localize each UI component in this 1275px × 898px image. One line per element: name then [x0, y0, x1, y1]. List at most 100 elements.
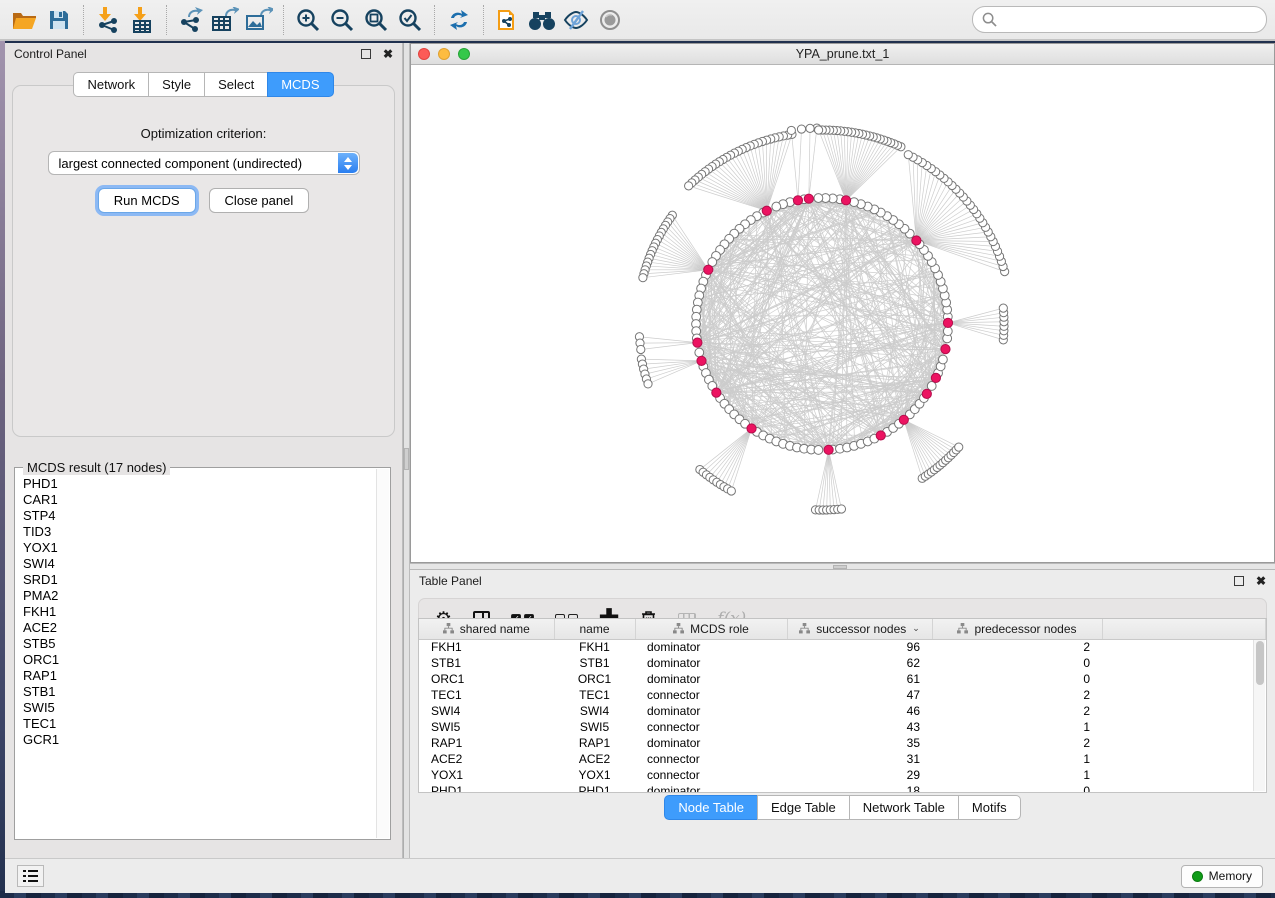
zoom-in-icon[interactable] — [291, 4, 325, 36]
hide-details-icon[interactable] — [559, 4, 593, 36]
float-panel-icon[interactable] — [361, 49, 371, 59]
tab-style[interactable]: Style — [148, 72, 204, 97]
main-toolbar — [0, 0, 1275, 41]
mcds-node-item[interactable]: ACE2 — [23, 620, 374, 636]
splitter-grip[interactable] — [404, 448, 409, 470]
table-row[interactable]: SWI4SWI4dominator462 — [419, 703, 1266, 719]
export-table-icon[interactable] — [208, 4, 242, 36]
task-history-icon[interactable] — [17, 865, 44, 887]
network-canvas[interactable] — [411, 66, 1274, 562]
control-panel-tabs: NetworkStyleSelectMCDS — [5, 72, 402, 97]
optimization-criterion-label: Optimization criterion: — [13, 126, 394, 141]
mcds-node-item[interactable]: SWI5 — [23, 700, 374, 716]
mcds-node-item[interactable]: SWI4 — [23, 556, 374, 572]
tab-edge-table[interactable]: Edge Table — [757, 795, 849, 820]
mcds-result-list[interactable]: PHD1CAR1STP4TID3YOX1SWI4SRD1PMA2FKH1ACE2… — [23, 476, 374, 835]
table-row[interactable]: ACE2ACE2connector311 — [419, 751, 1266, 767]
mcds-node-item[interactable]: ORC1 — [23, 652, 374, 668]
table-row[interactable]: STB1STB1dominator620 — [419, 655, 1266, 671]
table-row[interactable]: TEC1TEC1connector472 — [419, 687, 1266, 703]
close-panel-button[interactable]: Close panel — [209, 188, 310, 213]
save-icon[interactable] — [42, 4, 76, 36]
column-header-successor-nodes[interactable]: successor nodes⌄ — [787, 619, 932, 639]
toolbar-separator — [434, 5, 435, 35]
memory-button[interactable]: Memory — [1181, 865, 1263, 888]
toolbar-separator — [483, 5, 484, 35]
table-row[interactable]: YOX1YOX1connector291 — [419, 767, 1266, 783]
search-input[interactable] — [997, 13, 1257, 27]
mcds-node-item[interactable]: YOX1 — [23, 540, 374, 556]
table-scrollbar-thumb[interactable] — [1256, 641, 1264, 685]
binoculars-icon[interactable] — [525, 4, 559, 36]
tab-node-table[interactable]: Node Table — [664, 795, 757, 820]
status-bar: Memory — [5, 858, 1275, 893]
tab-mcds[interactable]: MCDS — [267, 72, 333, 97]
mcds-node-item[interactable]: GCR1 — [23, 732, 374, 748]
network-search-box[interactable] — [972, 6, 1267, 33]
network-title: YPA_prune.txt_1 — [411, 47, 1274, 61]
column-header-name[interactable]: name — [554, 619, 635, 639]
close-panel-icon[interactable]: ✖ — [1256, 576, 1266, 586]
refresh-layout-icon[interactable] — [442, 4, 476, 36]
column-header-MCDS-role[interactable]: MCDS role — [635, 619, 787, 639]
network-graph — [411, 66, 1274, 562]
horizontal-splitter[interactable] — [410, 563, 1275, 570]
zoom-fit-icon[interactable] — [359, 4, 393, 36]
mcds-result-box: MCDS result (17 nodes) PHD1CAR1STP4TID3Y… — [14, 467, 391, 840]
node-table[interactable]: shared namenameMCDS rolesuccessor nodes⌄… — [419, 619, 1266, 793]
tab-select[interactable]: Select — [204, 72, 267, 97]
open-folder-icon[interactable] — [8, 4, 42, 36]
mcds-result-title: MCDS result (17 nodes) — [23, 460, 170, 475]
table-tabs: Node TableEdge TableNetwork TableMotifs — [410, 795, 1275, 820]
select-stepper-icon — [338, 153, 358, 173]
mcds-tab-content: Optimization criterion: largest connecte… — [12, 85, 395, 437]
table-row[interactable]: ORC1ORC1dominator610 — [419, 671, 1266, 687]
splitter-grip[interactable] — [833, 565, 847, 569]
table-row[interactable]: FKH1FKH1dominator962 — [419, 639, 1266, 655]
network-titlebar: YPA_prune.txt_1 — [411, 44, 1274, 65]
optimization-criterion-select[interactable]: largest connected component (undirected) — [48, 151, 360, 175]
mcds-list-scrollbar[interactable] — [376, 469, 389, 838]
zoom-selected-icon[interactable] — [393, 4, 427, 36]
vertical-splitter[interactable] — [403, 43, 410, 858]
mcds-node-item[interactable]: PHD1 — [23, 476, 374, 492]
column-header-filler — [1102, 619, 1266, 639]
run-mcds-button[interactable]: Run MCDS — [98, 188, 196, 213]
mcds-node-item[interactable]: STB1 — [23, 684, 374, 700]
mcds-node-item[interactable]: SRD1 — [23, 572, 374, 588]
mcds-node-item[interactable]: FKH1 — [23, 604, 374, 620]
mcds-node-item[interactable]: TEC1 — [23, 716, 374, 732]
toolbar-separator — [283, 5, 284, 35]
export-image-icon[interactable] — [242, 4, 276, 36]
node-table-container: shared namenameMCDS rolesuccessor nodes⌄… — [418, 618, 1267, 793]
memory-status-icon — [1192, 871, 1203, 882]
table-row[interactable]: PHD1PHD1dominator180 — [419, 783, 1266, 793]
mcds-node-item[interactable]: STB5 — [23, 636, 374, 652]
mcds-node-item[interactable]: RAP1 — [23, 668, 374, 684]
mcds-node-item[interactable]: TID3 — [23, 524, 374, 540]
tab-network[interactable]: Network — [73, 72, 148, 97]
table-scrollbar[interactable] — [1253, 640, 1265, 791]
right-column: YPA_prune.txt_1 Table Panel ✖ ⚙ ✚ f(x) — [410, 43, 1275, 858]
tab-motifs[interactable]: Motifs — [958, 795, 1021, 820]
toolbar-separator — [83, 5, 84, 35]
network-from-file-icon[interactable] — [491, 4, 525, 36]
zoom-out-icon[interactable] — [325, 4, 359, 36]
table-row[interactable]: RAP1RAP1dominator352 — [419, 735, 1266, 751]
column-header-predecessor-nodes[interactable]: predecessor nodes — [932, 619, 1102, 639]
optimization-criterion-value: largest connected component (undirected) — [59, 156, 303, 171]
column-header-shared-name[interactable]: shared name — [419, 619, 554, 639]
export-network-icon[interactable] — [174, 4, 208, 36]
tab-network-table[interactable]: Network Table — [849, 795, 958, 820]
table-row[interactable]: SWI5SWI5connector431 — [419, 719, 1266, 735]
float-panel-icon[interactable] — [1234, 576, 1244, 586]
show-details-icon[interactable] — [593, 4, 627, 36]
close-panel-icon[interactable]: ✖ — [383, 49, 393, 59]
mcds-node-item[interactable]: CAR1 — [23, 492, 374, 508]
mcds-node-item[interactable]: STP4 — [23, 508, 374, 524]
import-table-icon[interactable] — [125, 4, 159, 36]
import-network-icon[interactable] — [91, 4, 125, 36]
toolbar-separator — [166, 5, 167, 35]
network-window: YPA_prune.txt_1 — [410, 43, 1275, 563]
mcds-node-item[interactable]: PMA2 — [23, 588, 374, 604]
